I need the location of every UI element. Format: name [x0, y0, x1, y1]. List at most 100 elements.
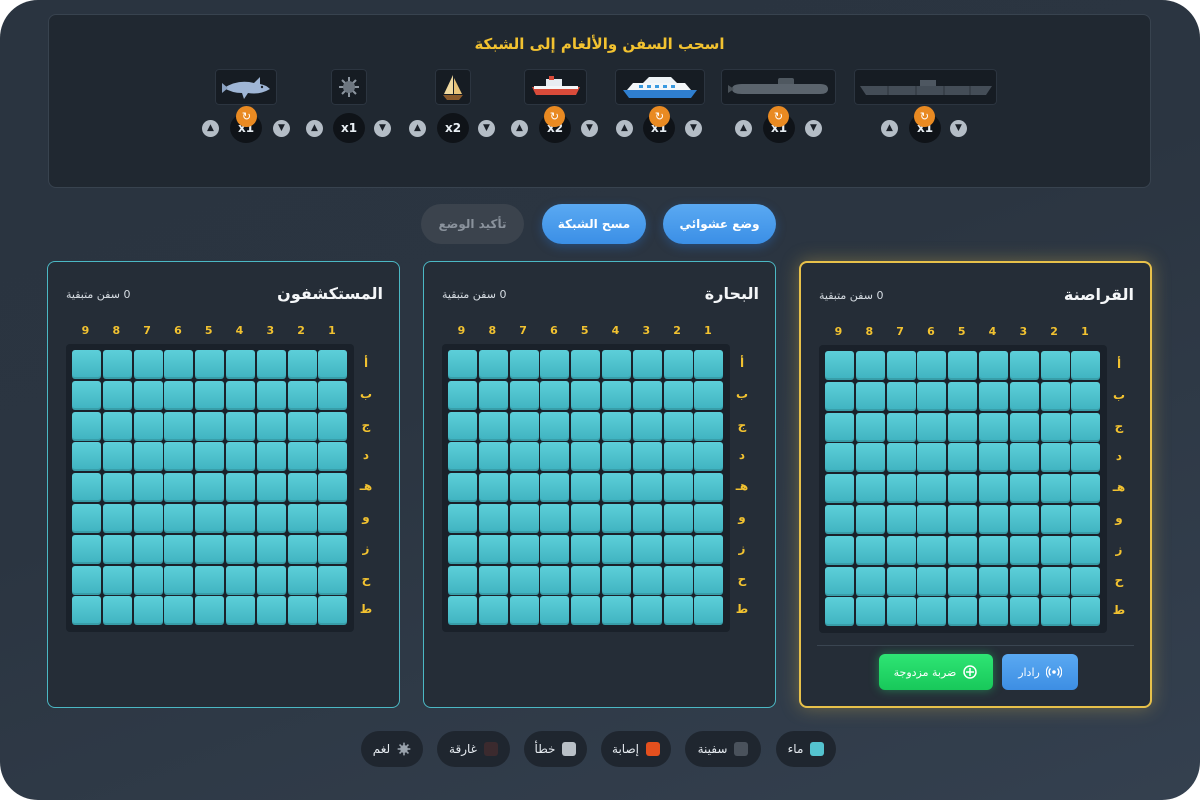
grid-cell[interactable] [318, 411, 348, 441]
rotate-submarine-button[interactable]: ↻ [768, 106, 789, 127]
grid-cell[interactable] [287, 534, 317, 564]
grid-cell[interactable] [478, 473, 508, 503]
increase-button[interactable]: ▲ [735, 120, 752, 137]
grid-cell[interactable] [663, 350, 693, 379]
grid-cell[interactable] [825, 443, 854, 473]
grid-cell[interactable] [478, 565, 508, 595]
grid-cell[interactable] [72, 596, 101, 626]
grid-cell[interactable] [602, 350, 631, 379]
grid-cell[interactable] [102, 442, 132, 472]
grid-cell[interactable] [1040, 381, 1070, 411]
grid-cell[interactable] [886, 474, 916, 504]
grid-cell[interactable] [571, 411, 601, 441]
grid-cell[interactable] [825, 351, 854, 380]
grid-cell[interactable] [318, 350, 348, 379]
grid-cell[interactable] [602, 380, 631, 410]
grid-cell[interactable] [948, 535, 978, 565]
grid-cell[interactable] [72, 350, 101, 379]
grid-cell[interactable] [979, 412, 1008, 442]
grid-cell[interactable] [226, 411, 255, 441]
grid-cell[interactable] [1071, 474, 1101, 504]
grid-cell[interactable] [1040, 597, 1070, 627]
grid-cell[interactable] [72, 534, 101, 564]
grid-cell[interactable] [226, 565, 255, 595]
grid-cell[interactable] [602, 473, 631, 503]
decrease-button[interactable]: ▼ [805, 120, 822, 137]
grid-cell[interactable] [602, 534, 631, 564]
grid-cell[interactable] [602, 442, 631, 472]
grid-cell[interactable] [318, 534, 348, 564]
grid-cell[interactable] [256, 534, 286, 564]
grid-cell[interactable] [1071, 535, 1101, 565]
grid-cell[interactable] [948, 566, 978, 596]
grid-cell[interactable] [632, 350, 662, 379]
grid-cell[interactable] [1040, 505, 1070, 534]
grid-cell[interactable] [509, 473, 539, 503]
grid-cell[interactable] [226, 596, 255, 626]
grid-cell[interactable] [855, 566, 885, 596]
grid-cell[interactable] [195, 442, 225, 472]
grid-cell[interactable] [226, 473, 255, 503]
grid-cell[interactable] [917, 412, 947, 442]
grid-cell[interactable] [694, 380, 724, 410]
grid-cell[interactable] [540, 504, 570, 533]
grid-cell[interactable] [632, 596, 662, 626]
grid-cell[interactable] [571, 350, 601, 379]
grid-cell[interactable] [1009, 351, 1039, 380]
grid-cell[interactable] [663, 504, 693, 533]
grid-cell[interactable] [164, 350, 194, 379]
grid-cell[interactable] [540, 411, 570, 441]
grid-cell[interactable] [318, 380, 348, 410]
grid-cell[interactable] [133, 473, 163, 503]
grid-cell[interactable] [164, 473, 194, 503]
grid-cell[interactable] [72, 411, 101, 441]
grid-cell[interactable] [256, 380, 286, 410]
grid-cell[interactable] [663, 473, 693, 503]
grid-cell[interactable] [540, 350, 570, 379]
grid-cell[interactable] [256, 504, 286, 533]
grid-cell[interactable] [448, 442, 477, 472]
grid-cell[interactable] [825, 505, 854, 534]
grid-cell[interactable] [287, 473, 317, 503]
grid-cell[interactable] [886, 443, 916, 473]
grid-cell[interactable] [287, 411, 317, 441]
grid-cell[interactable] [886, 351, 916, 380]
grid-cell[interactable] [917, 443, 947, 473]
battleship-piece[interactable] [854, 69, 997, 105]
submarine-piece[interactable] [721, 69, 836, 105]
grid-cell[interactable] [164, 411, 194, 441]
grid-cell[interactable] [102, 411, 132, 441]
grid-cell[interactable] [855, 597, 885, 627]
grid-cell[interactable] [195, 473, 225, 503]
ship-piece[interactable] [524, 69, 587, 105]
grid-cell[interactable] [478, 504, 508, 533]
grid-cell[interactable] [917, 566, 947, 596]
grid-cell[interactable] [72, 442, 101, 472]
grid-cell[interactable] [1071, 412, 1101, 442]
decrease-button[interactable]: ▼ [581, 120, 598, 137]
grid-cell[interactable] [632, 411, 662, 441]
rotate-battleship-button[interactable]: ↻ [914, 106, 935, 127]
grid-cell[interactable] [133, 504, 163, 533]
grid-cell[interactable] [694, 473, 724, 503]
grid-cell[interactable] [886, 597, 916, 627]
clear-grid-button[interactable]: مسح الشبكة [542, 204, 646, 244]
grid-cell[interactable] [694, 350, 724, 379]
grid-cell[interactable] [886, 412, 916, 442]
grid-cell[interactable] [478, 380, 508, 410]
grid-cell[interactable] [1009, 505, 1039, 534]
grid-cell[interactable] [979, 381, 1008, 411]
grid-cell[interactable] [1040, 351, 1070, 380]
grid-cell[interactable] [948, 505, 978, 534]
grid-cell[interactable] [694, 442, 724, 472]
shark-piece[interactable] [215, 69, 277, 105]
grid-cell[interactable] [855, 381, 885, 411]
grid-cell[interactable] [694, 534, 724, 564]
grid-cell[interactable] [540, 380, 570, 410]
grid-cell[interactable] [1009, 566, 1039, 596]
grid-cell[interactable] [1009, 443, 1039, 473]
grid-cell[interactable] [886, 535, 916, 565]
grid-cell[interactable] [287, 596, 317, 626]
grid-cell[interactable] [694, 596, 724, 626]
grid-cell[interactable] [948, 412, 978, 442]
